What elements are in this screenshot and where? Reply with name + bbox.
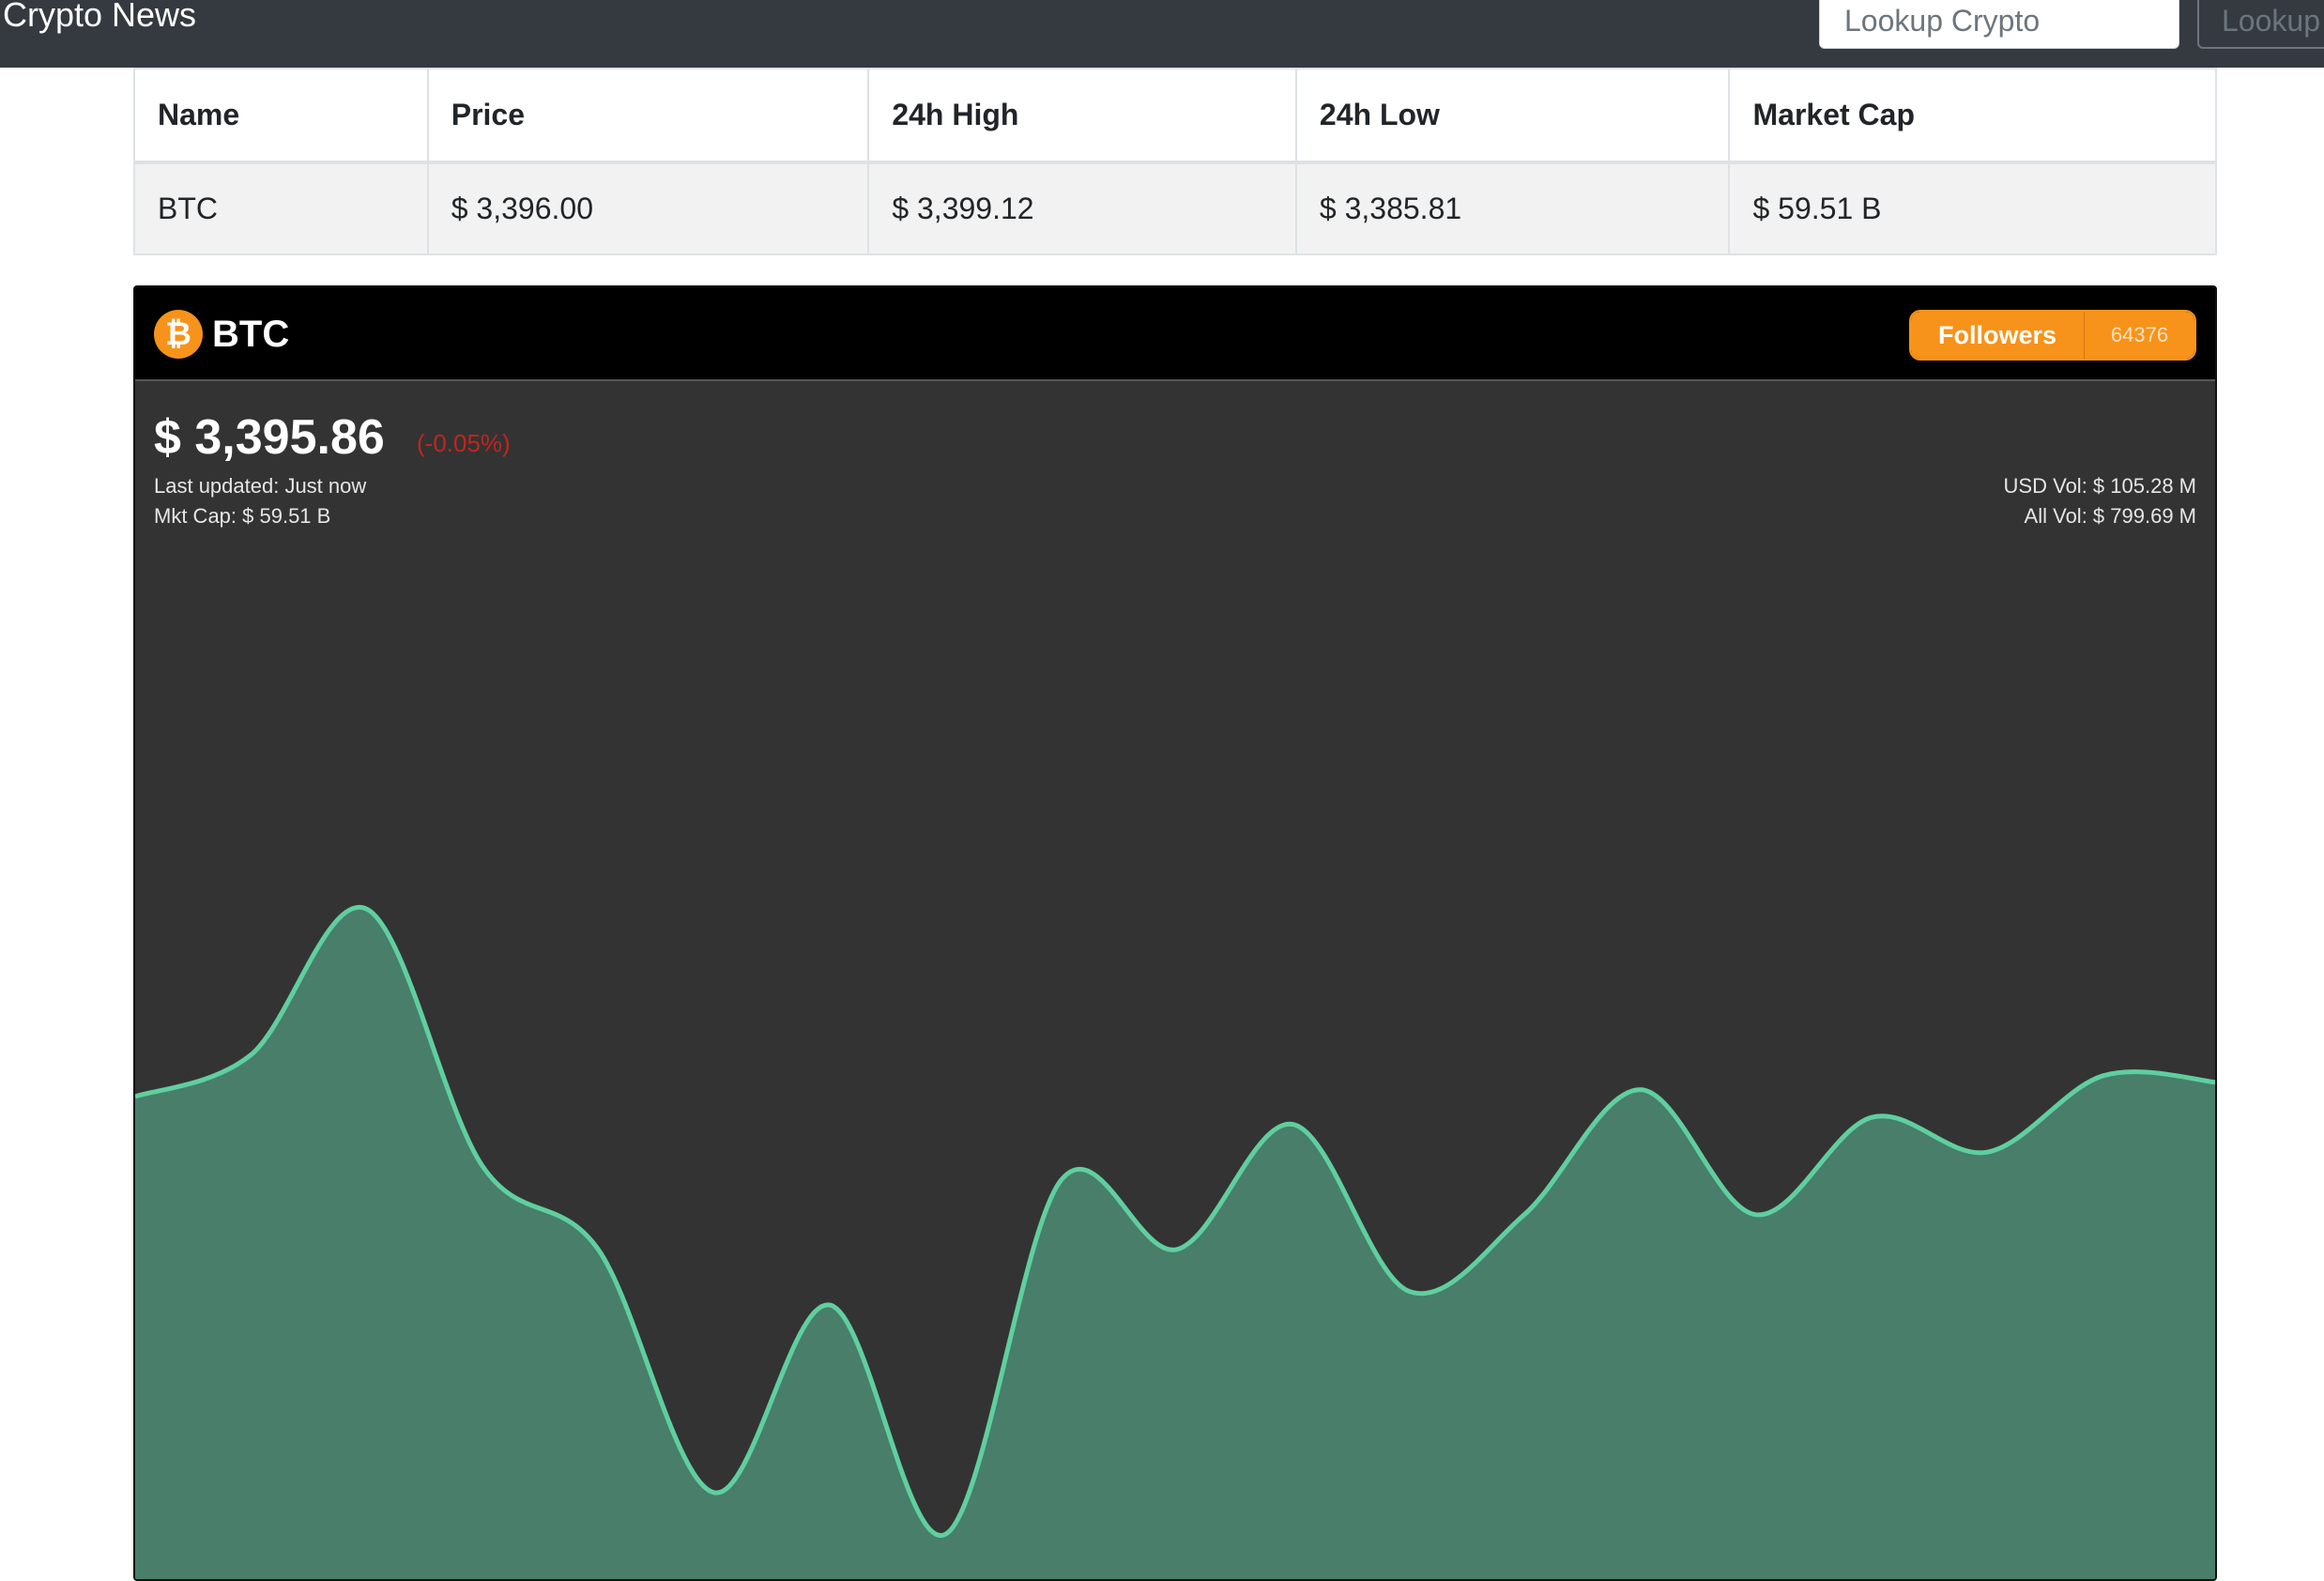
widget-header: ₿ BTC Followers 64376 [135, 287, 2215, 381]
column-header-name: Name [133, 68, 429, 164]
cell-24h-low: $ 3,385.81 [1294, 161, 1731, 255]
current-price: $ 3,395.86 [154, 410, 385, 465]
lookup-button[interactable]: Lookup [2197, 0, 2324, 49]
column-header-24h-high: 24h High [867, 68, 1297, 164]
followers-count: 64376 [2084, 312, 2194, 359]
followers-button[interactable]: Followers 64376 [1909, 310, 2196, 361]
column-header-price: Price [426, 68, 870, 164]
column-header-24h-low: 24h Low [1294, 68, 1731, 164]
table-header-row: Name Price 24h High 24h Low Market Cap [133, 68, 2217, 164]
search-input[interactable] [1819, 0, 2179, 49]
price-table: Name Price 24h High 24h Low Market Cap B… [133, 68, 2217, 255]
price-chart [135, 904, 2215, 1579]
cell-market-cap: $ 59.51 B [1728, 161, 2217, 255]
cell-24h-high: $ 3,399.12 [867, 161, 1297, 255]
all-volume: All Vol: $ 799.69 M [2024, 504, 2196, 528]
market-cap-summary: Mkt Cap: $ 59.51 B [154, 504, 331, 528]
coin-name: BTC [212, 314, 290, 355]
cell-name: BTC [133, 161, 429, 255]
cell-price: $ 3,396.00 [426, 161, 870, 255]
price-change: (-0.05%) [417, 429, 511, 457]
meta-right: USD Vol: $ 105.28 M All Vol: $ 799.69 M [2004, 471, 2196, 531]
usd-volume: USD Vol: $ 105.28 M [2003, 474, 2196, 498]
table-row[interactable]: BTC $ 3,396.00 $ 3,399.12 $ 3,385.81 $ 5… [133, 161, 2217, 255]
navbar: Crypto News Lookup [0, 0, 2324, 68]
bitcoin-icon: ₿ [154, 310, 203, 359]
meta-left: Last updated: Just now Mkt Cap: $ 59.51 … [154, 471, 366, 531]
chart-area-fill [135, 907, 2215, 1579]
followers-label: Followers [1911, 312, 2084, 359]
last-updated: Last updated: Just now [154, 474, 367, 498]
brand-title[interactable]: Crypto News [3, 0, 196, 36]
coin-widget: ₿ BTC Followers 64376 $ 3,395.86 (-0.05%… [133, 285, 2217, 1581]
column-header-market-cap: Market Cap [1728, 68, 2217, 164]
